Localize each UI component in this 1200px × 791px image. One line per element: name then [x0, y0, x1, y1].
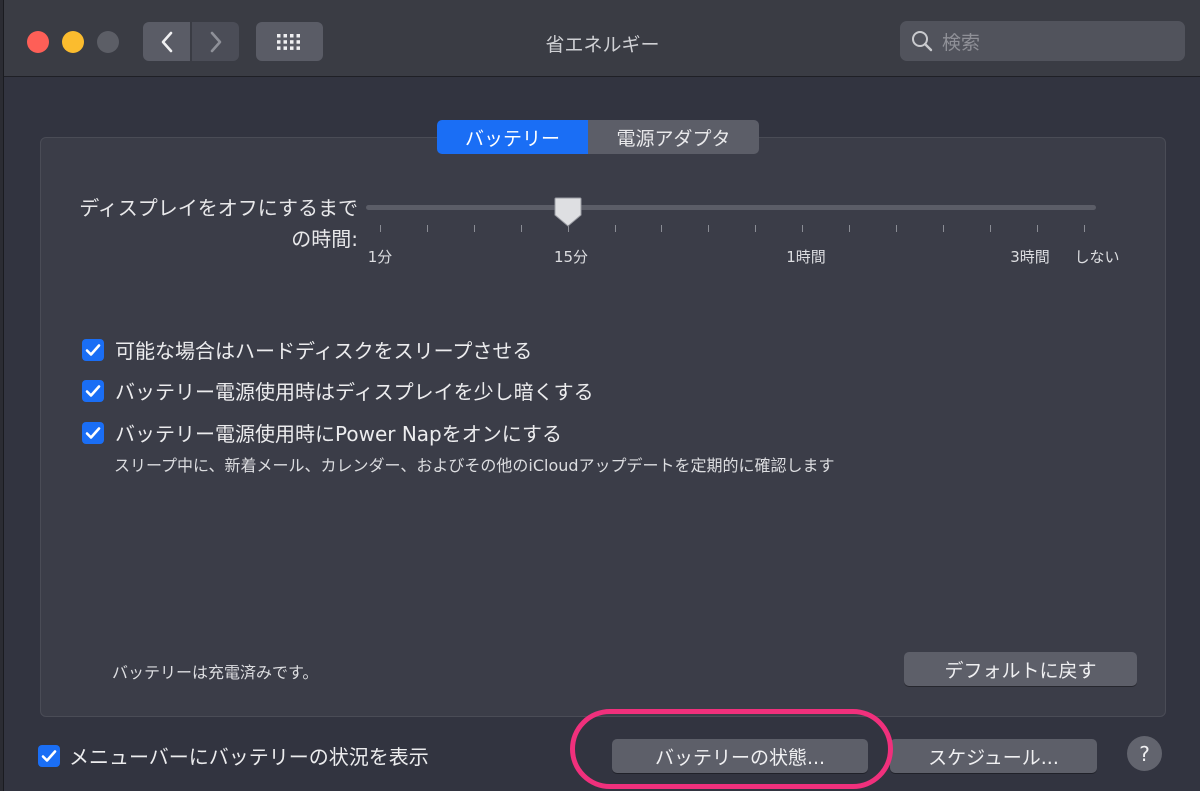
checkbox-checked[interactable]	[82, 421, 104, 444]
slider-tick	[474, 225, 475, 232]
slider-tick	[802, 225, 803, 232]
slider-tick	[849, 225, 850, 232]
tick-label-1min: 1分	[367, 248, 393, 266]
checkbox-checked[interactable]	[82, 338, 104, 361]
power-nap-description: スリープ中に、新着メール、カレンダー、およびその他のiCloudアップデートを定…	[114, 456, 835, 475]
slider-tick	[427, 225, 428, 232]
slider-tick	[896, 225, 897, 232]
checkbox-checked[interactable]	[38, 744, 60, 767]
tab-battery[interactable]: バッテリー	[437, 120, 588, 154]
checkmark-icon	[41, 749, 57, 762]
highlight-ring-annotation	[570, 709, 893, 789]
show-battery-in-menu-bar-option[interactable]: メニューバーにバッテリーの状況を表示	[38, 741, 429, 770]
slider-tick	[755, 225, 756, 232]
slider-tick	[708, 225, 709, 232]
display-sleep-slider-track[interactable]	[366, 205, 1096, 210]
option-label: バッテリー電源使用時はディスプレイを少し暗くする	[115, 380, 594, 404]
tick-label-3hours: 3時間	[1010, 248, 1050, 266]
slider-tick	[661, 225, 662, 232]
checkbox-checked[interactable]	[82, 379, 104, 402]
slider-tick	[1084, 225, 1085, 232]
slider-tick	[943, 225, 944, 232]
option-power-nap[interactable]: バッテリー電源使用時にPower Napをオンにする	[82, 418, 562, 447]
search-icon	[912, 31, 933, 52]
slider-tick	[615, 225, 616, 232]
help-button[interactable]: ?	[1127, 736, 1162, 771]
search-field[interactable]: 検索	[900, 21, 1185, 61]
display-sleep-label-line1: ディスプレイをオフにするまで	[79, 196, 358, 220]
checkmark-icon	[85, 384, 101, 397]
option-label: バッテリー電源使用時にPower Napをオンにする	[115, 422, 562, 446]
checkmark-icon	[85, 343, 101, 356]
display-sleep-label-line2: の時間:	[291, 227, 358, 251]
tick-label-15min: 15分	[553, 248, 589, 266]
schedule-button[interactable]: スケジュール...	[890, 739, 1097, 773]
option-label: 可能な場合はハードディスクをスリープさせる	[115, 339, 533, 363]
tick-label-1hour: 1時間	[786, 248, 826, 266]
slider-tick	[568, 225, 569, 232]
tab-power-adapter[interactable]: 電源アダプタ	[588, 120, 759, 154]
restore-defaults-button[interactable]: デフォルトに戻す	[904, 652, 1137, 686]
slider-tick	[1037, 225, 1038, 232]
slider-tick	[521, 225, 522, 232]
option-hard-disk-sleep[interactable]: 可能な場合はハードディスクをスリープさせる	[82, 335, 532, 364]
slider-tick	[380, 225, 381, 232]
slider-tick	[990, 225, 991, 232]
display-sleep-slider-thumb[interactable]	[553, 196, 583, 228]
battery-status-text: バッテリーは充電済みです。	[112, 663, 319, 682]
option-label: メニューバーにバッテリーの状況を表示	[69, 745, 429, 769]
display-sleep-label: ディスプレイをオフにするまで の時間:	[79, 193, 358, 255]
checkmark-icon	[85, 426, 101, 439]
search-placeholder: 検索	[942, 31, 981, 54]
tick-label-never: しない	[1074, 248, 1120, 266]
option-dim-display[interactable]: バッテリー電源使用時はディスプレイを少し暗くする	[82, 376, 594, 405]
title-bar: 省エネルギー 検索	[4, 0, 1200, 77]
